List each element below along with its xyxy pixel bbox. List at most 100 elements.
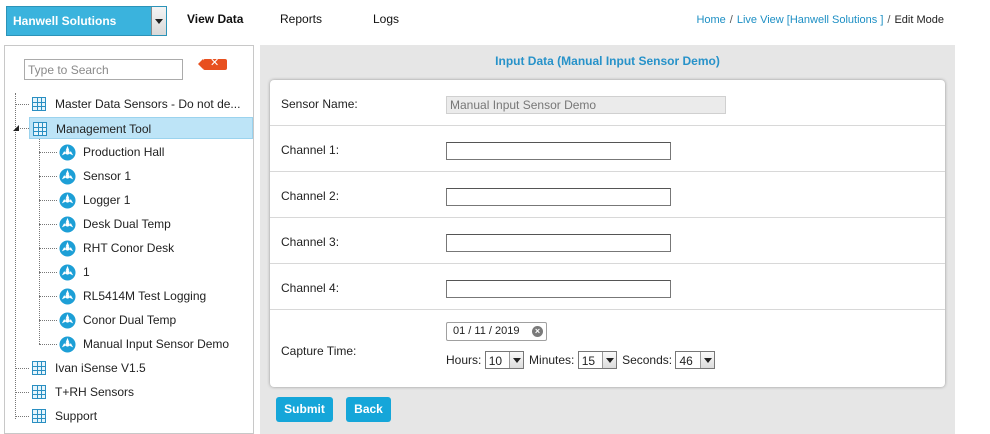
seconds-value: 46	[679, 353, 693, 368]
grid-icon	[32, 361, 46, 375]
sensor-name-row: Sensor Name:	[270, 80, 945, 126]
company-select-value: Hanwell Solutions	[13, 14, 117, 28]
tree-item-sensor-1[interactable]: Sensor 1	[39, 165, 253, 187]
tree-item-conor-dual-temp[interactable]: Conor Dual Temp	[39, 309, 253, 331]
right-gutter	[955, 45, 990, 434]
minutes-value: 15	[581, 353, 596, 368]
channel-3-field[interactable]	[446, 234, 671, 252]
hours-label: Hours:	[446, 353, 482, 367]
tree-connector	[15, 392, 29, 393]
tree-item-label: 1	[83, 265, 90, 279]
chevron-down-icon	[700, 352, 715, 368]
hours-select[interactable]: 10	[484, 351, 524, 369]
channel-3-label: Channel 3:	[281, 235, 340, 249]
capture-time-row: Capture Time: 01 / 11 / 2019 × Hours: 10…	[270, 310, 945, 387]
channel-1-row: Channel 1:	[270, 126, 945, 172]
seconds-select[interactable]: 46	[675, 351, 716, 369]
tree-item-ivan-isense[interactable]: Ivan iSense V1.5	[5, 357, 253, 379]
tree-item-label: Support	[55, 409, 98, 423]
tree-connector	[39, 152, 57, 153]
sensor-icon	[59, 288, 76, 305]
minutes-select[interactable]: 15	[577, 351, 617, 369]
top-bar: Hanwell Solutions View Data Reports Logs…	[0, 0, 990, 40]
tree-item-label: Manual Input Sensor Demo	[83, 337, 230, 351]
chevron-down-icon[interactable]	[151, 7, 166, 35]
submit-button[interactable]: Submit	[276, 397, 333, 422]
tree-item-label: RHT Conor Desk	[83, 241, 175, 255]
nav-view-data[interactable]: View Data	[187, 12, 243, 26]
tree-connector	[39, 272, 57, 273]
sensor-icon	[59, 192, 76, 209]
grid-icon	[33, 122, 47, 136]
channel-3-row: Channel 3:	[270, 218, 945, 264]
chevron-down-icon	[601, 352, 616, 368]
search-input[interactable]	[24, 59, 183, 80]
tree-item-label: Logger 1	[83, 193, 131, 207]
tree-item-desk-dual-temp[interactable]: Desk Dual Temp	[39, 213, 253, 235]
tree-item-management-tool[interactable]: Management Tool	[29, 117, 253, 139]
sensor-name-label: Sensor Name:	[281, 97, 358, 111]
minutes-label: Minutes:	[529, 353, 575, 367]
tree-item-label: Management Tool	[56, 122, 152, 136]
tree-item-support[interactable]: Support	[5, 405, 253, 427]
channel-4-field[interactable]	[446, 280, 671, 298]
main-panel: Input Data (Manual Input Sensor Demo) Se…	[260, 45, 955, 434]
tree-connector	[39, 344, 57, 345]
channel-4-label: Channel 4:	[281, 281, 340, 295]
tree-item-1[interactable]: 1	[39, 261, 253, 283]
tree-item-t-rh-sensors[interactable]: T+RH Sensors	[5, 381, 253, 403]
channel-2-row: Channel 2:	[270, 172, 945, 218]
nav-reports[interactable]: Reports	[280, 12, 322, 26]
hours-value: 10	[488, 353, 503, 368]
tree-item-manual-input-sensor-demo[interactable]: Manual Input Sensor Demo	[39, 333, 253, 355]
time-selectors: Hours: 10 Minutes: 15 Seconds: 46	[446, 351, 717, 369]
sensor-icon	[59, 216, 76, 233]
tree-connector	[39, 296, 57, 297]
channel-2-label: Channel 2:	[281, 189, 340, 203]
tree-item-label: Sensor 1	[83, 169, 132, 183]
tree-connector	[39, 248, 57, 249]
date-value: 01 / 11 / 2019	[453, 325, 520, 337]
tree-item-label: T+RH Sensors	[55, 385, 135, 399]
tree-item-label: Conor Dual Temp	[83, 313, 177, 327]
tree-connector	[15, 416, 29, 417]
sensor-icon	[59, 144, 76, 161]
chevron-down-icon	[508, 352, 523, 368]
clear-search-button[interactable]: ✕	[198, 57, 227, 70]
tree-connector	[39, 200, 57, 201]
tree-item-label: Ivan iSense V1.5	[55, 361, 146, 375]
tree-item-production-hall[interactable]: Production Hall	[39, 141, 253, 163]
input-data-form: Sensor Name: Channel 1: Channel 2: Chann…	[270, 80, 945, 387]
tree-connector	[15, 368, 29, 369]
breadcrumb-separator: /	[887, 14, 891, 26]
sensor-icon	[59, 336, 76, 353]
channel-1-label: Channel 1:	[281, 143, 340, 157]
sidebar: ✕ Master Data Sensors - Do not de... Man…	[4, 45, 254, 434]
tree-connector	[39, 320, 57, 321]
channel-1-field[interactable]	[446, 142, 671, 160]
clear-date-icon[interactable]: ×	[532, 326, 543, 337]
back-button[interactable]: Back	[346, 397, 391, 422]
tree-item-label: Desk Dual Temp	[83, 217, 171, 231]
date-picker[interactable]: 01 / 11 / 2019 ×	[446, 322, 547, 341]
tree-item-logger-1[interactable]: Logger 1	[39, 189, 253, 211]
channel-2-field[interactable]	[446, 188, 671, 206]
company-select[interactable]: Hanwell Solutions	[6, 6, 167, 36]
tree-item-rht-conor-desk[interactable]: RHT Conor Desk	[39, 237, 253, 259]
grid-icon	[32, 385, 46, 399]
nav-logs[interactable]: Logs	[373, 12, 399, 26]
tree-connector	[39, 176, 57, 177]
sensor-icon	[59, 264, 76, 281]
capture-time-label: Capture Time:	[281, 344, 357, 358]
page-title: Input Data (Manual Input Sensor Demo)	[495, 54, 720, 68]
expanded-triangle-icon[interactable]	[12, 124, 20, 132]
tree-item-rl5414m-test-logging[interactable]: RL5414M Test Logging	[39, 285, 253, 307]
tree-item-master-data-sensors[interactable]: Master Data Sensors - Do not de...	[5, 93, 253, 115]
tree-item-label: Production Hall	[83, 145, 165, 159]
sensor-icon	[59, 240, 76, 257]
breadcrumb-home[interactable]: Home	[696, 14, 725, 26]
breadcrumb-live-view[interactable]: Live View [Hanwell Solutions ]	[737, 14, 884, 26]
tree-connector	[15, 104, 29, 105]
breadcrumb: Home / Live View [Hanwell Solutions ] / Edit…	[696, 14, 944, 26]
tree-item-label: Master Data Sensors - Do not de...	[55, 97, 241, 111]
